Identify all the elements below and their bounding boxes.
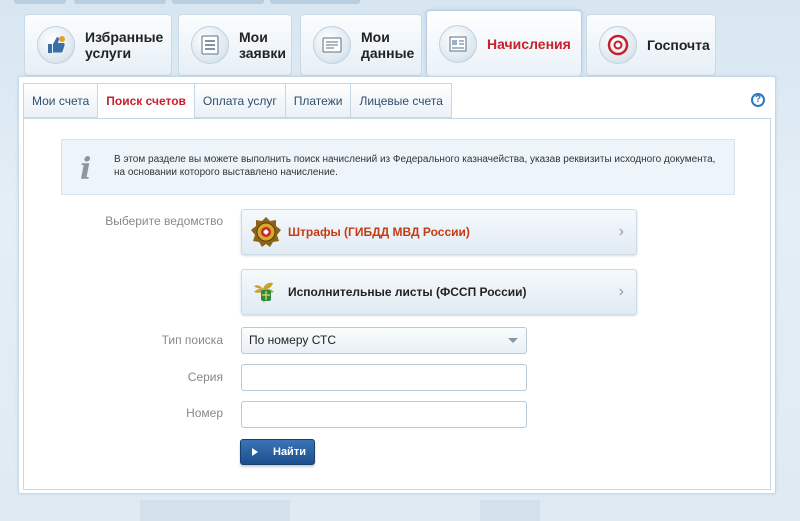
agency-label-fssp: Исполнительные листы (ФССП России)	[288, 285, 527, 299]
find-button-label: Найти	[273, 446, 306, 458]
subtab-personal-accounts[interactable]: Лицевые счета	[350, 83, 452, 118]
number-label: Номер	[186, 406, 223, 420]
tab-label: Начисления	[487, 35, 571, 52]
tab-my-data[interactable]: Мои данные	[300, 14, 422, 76]
charges-panel: Мои счета Поиск счетов Оплата услуг Плат…	[18, 76, 776, 494]
tab-label: Мои данные	[361, 29, 415, 61]
agency-gibdd-button[interactable]: Штрафы (ГИБДД МВД России) ›	[241, 209, 637, 255]
invoice-icon	[439, 24, 477, 63]
tab-label: Мои заявки	[239, 29, 286, 61]
tab-gosmail[interactable]: Госпочта	[586, 14, 716, 76]
number-input[interactable]	[241, 401, 527, 428]
tab-my-requests[interactable]: Мои заявки	[178, 14, 292, 76]
top-strip	[0, 0, 800, 4]
info-text: В этом разделе вы можете выполнить поиск…	[114, 154, 716, 178]
subtab-my-accounts[interactable]: Мои счета	[23, 83, 98, 118]
tab-label: Избранные услуги	[85, 29, 164, 61]
search-type-label: Тип поиска	[161, 333, 223, 347]
at-mail-icon	[599, 26, 637, 64]
gibdd-emblem-icon	[251, 217, 281, 247]
tab-charges[interactable]: Начисления	[426, 10, 582, 76]
thumbs-up-icon	[37, 26, 75, 64]
agency-label-gibdd: Штрафы (ГИБДД МВД России)	[288, 225, 470, 239]
background-decoration	[140, 500, 290, 521]
info-box: i В этом разделе вы можете выполнить пои…	[61, 139, 735, 195]
subtab-bar: Мои счета Поиск счетов Оплата услуг Плат…	[23, 83, 452, 118]
find-button[interactable]: Найти	[240, 439, 315, 465]
chevron-down-icon	[508, 338, 518, 343]
agency-fssp-button[interactable]: Исполнительные листы (ФССП России) ›	[241, 269, 637, 315]
chevron-right-icon: ›	[618, 283, 624, 300]
subtab-payments[interactable]: Платежи	[284, 83, 351, 118]
series-input[interactable]	[241, 364, 527, 391]
tab-label: Госпочта	[647, 37, 710, 53]
chevron-right-icon: ›	[618, 223, 624, 240]
help-icon[interactable]: ?	[751, 93, 765, 107]
info-icon: i	[80, 152, 92, 187]
search-type-value: По номеру СТС	[249, 333, 336, 347]
tab-favorite-services[interactable]: Избранные услуги	[24, 14, 172, 76]
id-card-icon	[313, 26, 351, 64]
subtab-pay-services[interactable]: Оплата услуг	[193, 83, 285, 118]
background-decoration	[480, 500, 540, 521]
search-type-select[interactable]: По номеру СТС	[241, 327, 527, 354]
agency-label: Выберите ведомство	[105, 214, 223, 228]
fssp-emblem-icon	[254, 282, 274, 304]
play-icon	[252, 448, 258, 456]
subtab-search-accounts[interactable]: Поиск счетов	[97, 83, 194, 118]
checklist-icon	[191, 26, 229, 64]
series-label: Серия	[187, 370, 223, 384]
